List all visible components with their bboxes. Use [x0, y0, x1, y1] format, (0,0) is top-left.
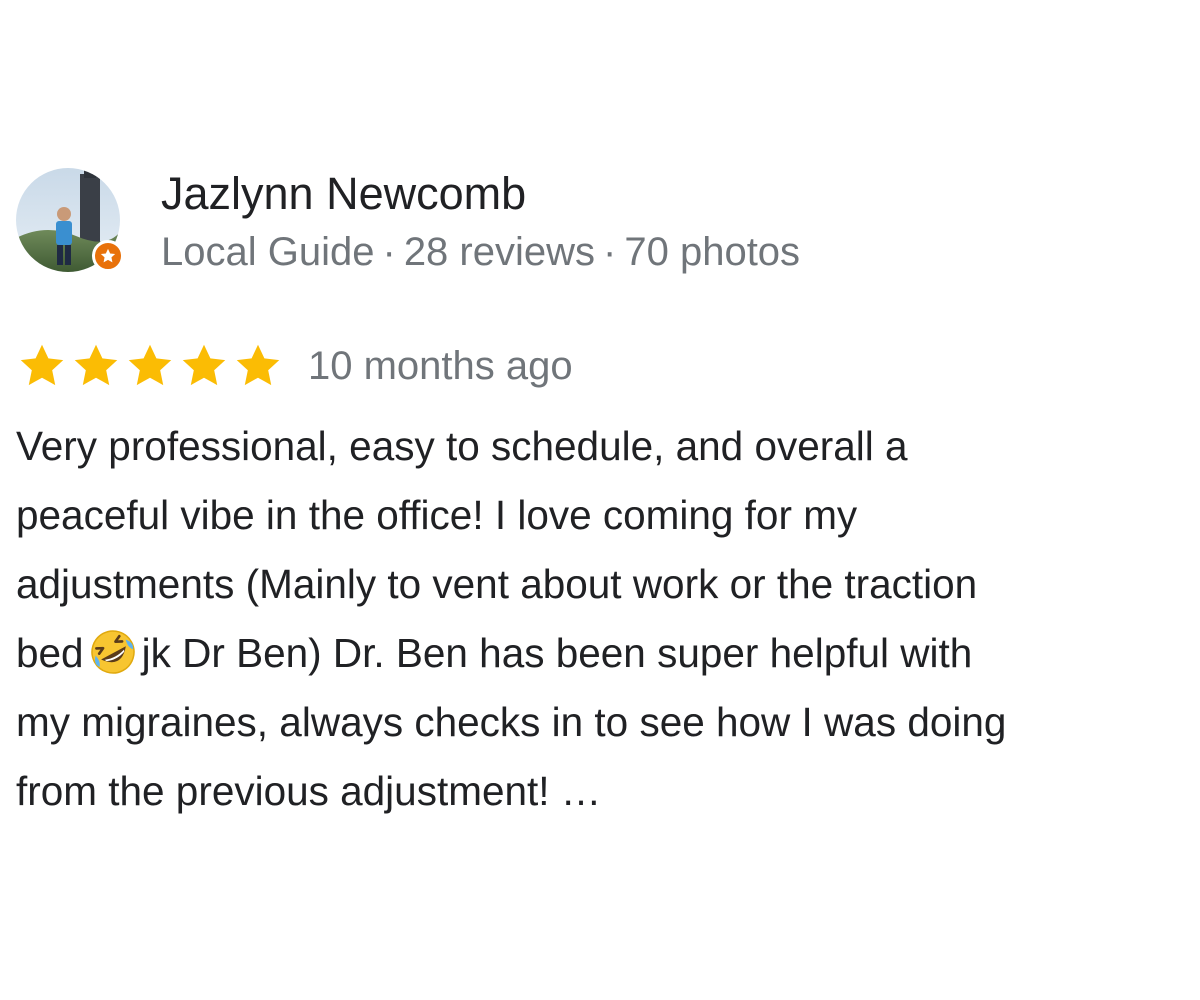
meta-separator: ·: [382, 230, 396, 274]
review-line-segment: jk Dr Ben) Dr. Ben has been super helpfu…: [141, 630, 973, 676]
star-rating: [16, 340, 286, 392]
reviewer-header: Jazlynn Newcomb Local Guide · 28 reviews · 7…: [16, 168, 1176, 276]
review-line-segment: from the previous adjustment!: [16, 768, 550, 814]
review-count: 28 reviews: [403, 230, 596, 274]
rating-row: 10 months ago: [16, 338, 573, 394]
star-icon: [74, 344, 118, 386]
review-line: my migraines, always checks in to see ho…: [16, 699, 1007, 745]
star-icon: [182, 344, 226, 386]
review-line-segment: bed: [16, 630, 84, 676]
rolling-on-floor-laughing-emoji-icon: [88, 627, 138, 677]
local-guide-badge-icon: [92, 240, 124, 272]
review-line: peaceful vibe in the office! I love comi…: [16, 492, 858, 538]
review-line: adjustments (Mainly to vent about work o…: [16, 561, 978, 607]
photo-count: 70 photos: [624, 230, 801, 274]
reviewer-name[interactable]: Jazlynn Newcomb: [161, 168, 526, 220]
review-body: Very professional, easy to schedule, and…: [16, 412, 1188, 826]
more-ellipsis-button[interactable]: …: [561, 768, 602, 814]
star-icon: [128, 344, 172, 386]
meta-separator: ·: [603, 230, 617, 274]
local-guide-label: Local Guide: [161, 230, 375, 274]
review-card: Jazlynn Newcomb Local Guide · 28 reviews · 7…: [0, 0, 1200, 1000]
star-icon: [236, 344, 280, 386]
review-line: bed jk Dr Ben) Dr. Ben has been super he…: [16, 619, 1188, 688]
review-line: from the previous adjustment! …: [16, 757, 1188, 826]
review-date: 10 months ago: [308, 344, 573, 388]
reviewer-meta: Local Guide · 28 reviews · 70 photos: [161, 228, 800, 276]
review-line: Very professional, easy to schedule, and…: [16, 423, 908, 469]
star-icon: [20, 344, 64, 386]
